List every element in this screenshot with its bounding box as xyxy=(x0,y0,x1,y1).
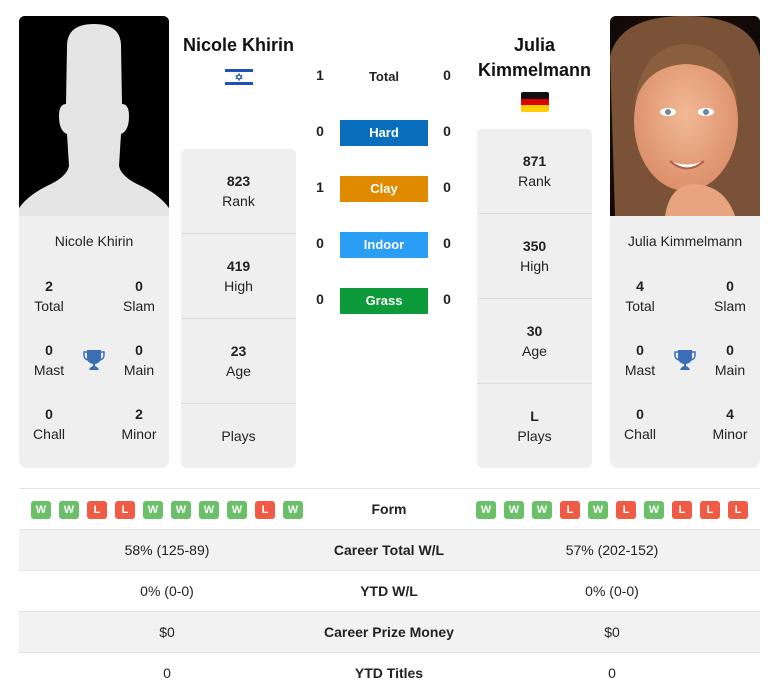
player1-form-badge-win[interactable]: W xyxy=(171,501,191,519)
p1-career-wl: 58% (125-89) xyxy=(124,542,210,558)
player1-form-badge-loss[interactable]: L xyxy=(255,501,275,519)
h2h-hard-p2: 0 xyxy=(443,123,451,139)
h2h-grass-p1: 0 xyxy=(316,291,324,307)
h2h-total-p2: 0 xyxy=(443,67,451,83)
player1-card-name: Nicole Khirin xyxy=(54,233,134,249)
player2-masters-titles: 0 Mast xyxy=(624,342,656,378)
player1-stats-panel: 823 Rank 419 High 23 Age Plays xyxy=(181,149,296,468)
player1-minor-titles: 2 Minor xyxy=(121,406,157,442)
p2-prize-money: $0 xyxy=(604,624,620,640)
portrait-image xyxy=(610,16,760,216)
p1-ytd-titles: 0 xyxy=(163,665,171,681)
h2h-clay-p1: 1 xyxy=(316,179,324,195)
player2-age: 30 Age xyxy=(477,299,592,384)
prize-money-label: Career Prize Money xyxy=(324,624,454,640)
surface-indoor-button[interactable]: Indoor xyxy=(340,232,428,258)
player2-form-badge-loss[interactable]: L xyxy=(672,501,692,519)
player2-minor-titles: 4 Minor xyxy=(712,406,748,442)
p1-ytd-wl: 0% (0-0) xyxy=(140,583,194,599)
player2-form-badge-loss[interactable]: L xyxy=(700,501,720,519)
career-wl-label: Career Total W/L xyxy=(333,542,445,558)
trophy-icon xyxy=(674,350,696,370)
h2h-clay-p2: 0 xyxy=(443,179,451,195)
player2-high: 350 High xyxy=(477,214,592,299)
player2-form-badge-loss[interactable]: L xyxy=(560,501,580,519)
player1-form-badge-win[interactable]: W xyxy=(31,501,51,519)
h2h-grass-p2: 0 xyxy=(443,291,451,307)
player1-masters-titles: 0 Mast xyxy=(33,342,65,378)
h2h-hard-p1: 0 xyxy=(316,123,324,139)
h2h-indoor-p1: 0 xyxy=(316,235,324,251)
player2-photo xyxy=(610,16,760,216)
p2-career-wl: 57% (202-152) xyxy=(565,542,659,558)
player1-form-badge-loss[interactable]: L xyxy=(115,501,135,519)
silhouette-icon xyxy=(19,16,169,216)
player2-slam-titles: 0 Slam xyxy=(714,278,746,314)
p2-ytd-wl: 0% (0-0) xyxy=(585,583,639,599)
player2-main-titles: 0 Main xyxy=(714,342,746,378)
germany-flag-icon xyxy=(521,92,549,112)
player2-form-badge-loss[interactable]: L xyxy=(616,501,636,519)
player1-form-badge-loss[interactable]: L xyxy=(87,501,107,519)
player2-plays: L Plays xyxy=(517,408,552,444)
player2-form-badge-win[interactable]: W xyxy=(588,501,608,519)
player2-form-badge-win[interactable]: W xyxy=(644,501,664,519)
player2-name-link[interactable]: Julia Kimmelmann xyxy=(472,33,597,83)
surface-grass-button[interactable]: Grass xyxy=(340,288,428,314)
ytd-wl-label: YTD W/L xyxy=(360,583,418,599)
player2-form-badge-win[interactable]: W xyxy=(504,501,524,519)
player1-form-badge-win[interactable]: W xyxy=(227,501,247,519)
player1-name-link[interactable]: Nicole Khirin xyxy=(176,33,301,58)
h2h-indoor-p2: 0 xyxy=(443,235,451,251)
player2-titles-card: Julia Kimmelmann 4 Total 0 Slam 0 Mast 0… xyxy=(610,216,760,468)
h2h-total-label: Total xyxy=(368,69,400,84)
form-label: Form xyxy=(371,501,407,517)
p2-ytd-titles: 0 xyxy=(608,665,616,681)
player1-titles-card: Nicole Khirin 2 Total 0 Slam 0 Mast 0 Ma… xyxy=(19,216,169,468)
player2-total-titles: 4 Total xyxy=(625,278,655,314)
player2-card-name: Julia Kimmelmann xyxy=(627,233,743,249)
player1-form-badge-win[interactable]: W xyxy=(283,501,303,519)
player1-challenger-titles: 0 Chall xyxy=(33,406,65,442)
player1-photo xyxy=(19,16,169,216)
player1-form-badge-win[interactable]: W xyxy=(199,501,219,519)
surface-clay-button[interactable]: Clay xyxy=(340,176,428,202)
comparison-row-prize-money: $0 Career Prize Money $0 xyxy=(19,612,760,653)
h2h-total-p1: 1 xyxy=(316,67,324,83)
form-row: WWLLWWWWLW Form WWWLWLWLLL xyxy=(19,488,760,530)
comparison-row-ytd-wl: 0% (0-0) YTD W/L 0% (0-0) xyxy=(19,571,760,612)
player2-form-badge-win[interactable]: W xyxy=(532,501,552,519)
player1-form-badge-win[interactable]: W xyxy=(59,501,79,519)
player1-rank: 823 Rank xyxy=(181,149,296,234)
p1-prize-money: $0 xyxy=(159,624,175,640)
player2-stats-panel: 871 Rank 350 High 30 Age L Plays xyxy=(477,129,592,468)
player1-plays: Plays xyxy=(221,428,256,444)
player2-form-badge-win[interactable]: W xyxy=(476,501,496,519)
israel-flag-icon xyxy=(225,67,253,87)
trophy-icon xyxy=(83,350,105,370)
player1-form-badge-win[interactable]: W xyxy=(143,501,163,519)
player1-high: 419 High xyxy=(181,234,296,319)
player1-slam-titles: 0 Slam xyxy=(123,278,155,314)
player2-form-badge-loss[interactable]: L xyxy=(728,501,748,519)
ytd-titles-label: YTD Titles xyxy=(354,665,424,681)
surface-hard-button[interactable]: Hard xyxy=(340,120,428,146)
player2-rank: 871 Rank xyxy=(477,129,592,214)
player1-age: 23 Age xyxy=(181,319,296,404)
player1-main-titles: 0 Main xyxy=(123,342,155,378)
comparison-row-ytd-titles: 0 YTD Titles 0 xyxy=(19,653,760,694)
player2-challenger-titles: 0 Chall xyxy=(624,406,656,442)
player1-total-titles: 2 Total xyxy=(34,278,64,314)
comparison-row-career-wl: 58% (125-89) Career Total W/L 57% (202-1… xyxy=(19,530,760,571)
